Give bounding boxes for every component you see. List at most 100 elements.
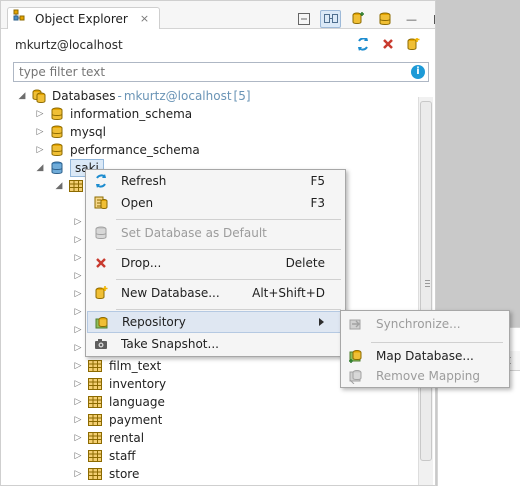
refresh-connection-button[interactable]	[355, 38, 371, 55]
refresh-connection-icon	[358, 38, 368, 51]
table-icon	[87, 376, 103, 392]
maximize-view-button[interactable]	[428, 10, 435, 28]
tree-row-inventory[interactable]: ▷ inventory	[73, 375, 167, 393]
minimize-view-button[interactable]: —	[401, 10, 422, 28]
collapsed-twisty-icon[interactable]: ▷	[73, 321, 83, 339]
map-database-menu-item[interactable]: Map Database...	[342, 345, 508, 367]
vertical-scrollbar[interactable]	[418, 97, 433, 485]
collapsed-twisty-icon[interactable]: ▷	[73, 213, 83, 231]
menu-separator	[116, 309, 341, 310]
collapsed-twisty-icon[interactable]: ▷	[73, 285, 83, 303]
remove-mapping-menu-item[interactable]: Remove Mapping	[342, 365, 508, 387]
collapsed-twisty-icon[interactable]: ▷	[35, 123, 45, 141]
database-toolbar-button[interactable]	[374, 10, 395, 28]
collapsed-twisty-icon[interactable]: ▷	[73, 447, 83, 465]
collapsed-twisty-icon[interactable]: ▷	[73, 231, 83, 249]
table-label: inventory	[109, 377, 167, 391]
object-explorer-tab-label: Object Explorer	[35, 11, 128, 26]
expanded-twisty-icon[interactable]: ◢	[54, 177, 64, 195]
open-label: Open	[121, 196, 154, 210]
disconnect-button[interactable]	[381, 38, 395, 54]
menu-separator	[116, 249, 341, 250]
synchronize-menu-item[interactable]: Synchronize...	[342, 313, 508, 335]
expanded-twisty-icon[interactable]: ◢	[17, 87, 27, 105]
map-database-label: Map Database...	[376, 349, 474, 363]
collapsed-twisty-icon[interactable]: ▷	[35, 105, 45, 123]
scrollbar-grip-icon	[425, 280, 430, 287]
filter-input[interactable]	[14, 63, 428, 81]
new-database-toolbar-button[interactable]	[405, 38, 421, 55]
set-default-database-label: Set Database as Default	[121, 226, 267, 240]
synchronize-icon	[347, 315, 365, 333]
tree-row-store[interactable]: ▷ store	[73, 465, 140, 483]
database-label: performance_schema	[70, 143, 200, 157]
tree-row-language[interactable]: ▷ language	[73, 393, 165, 411]
collapse-all-button[interactable]	[293, 10, 314, 28]
tree-row-payment[interactable]: ▷ payment	[73, 411, 163, 429]
drop-menu-item[interactable]: Drop... Delete	[87, 252, 344, 274]
drop-shortcut: Delete	[285, 256, 325, 270]
application-window: Object Explorer × — mkurtz@localhost typ…	[0, 0, 520, 486]
menu-separator	[116, 219, 341, 220]
snapshot-icon	[92, 335, 110, 353]
submenu-arrow-icon	[319, 318, 324, 326]
tree-row-film-text[interactable]: ▷ film_text	[73, 357, 162, 375]
scrollbar-thumb[interactable]	[420, 101, 432, 461]
table-label: rental	[109, 431, 145, 445]
tree-row-rental[interactable]: ▷ rental	[73, 429, 145, 447]
collapsed-twisty-icon[interactable]: ▷	[73, 465, 83, 483]
take-snapshot-menu-item[interactable]: Take Snapshot...	[87, 333, 344, 355]
collapsed-twisty-icon[interactable]: ▷	[73, 303, 83, 321]
drop-label: Drop...	[121, 256, 162, 270]
connection-header: mkurtz@localhost	[15, 38, 429, 56]
tables-folder-icon	[68, 178, 84, 194]
repository-menu-item[interactable]: Repository	[87, 311, 344, 333]
open-menu-item[interactable]: Open F3	[87, 192, 344, 214]
collapsed-twisty-icon[interactable]: ▷	[73, 411, 83, 429]
new-database-toolbar-icon	[407, 38, 420, 50]
tree-row-performance-schema[interactable]: ▷ performance_schema	[35, 141, 200, 159]
filter-info-icon[interactable]: i	[411, 65, 425, 79]
new-database-icon	[92, 284, 110, 302]
databases-count: [5]	[233, 89, 251, 103]
database-context-menu: Refresh F5 Open F3 Set Database as Defau…	[85, 169, 346, 357]
collapsed-twisty-icon[interactable]: ▷	[73, 429, 83, 447]
table-label: language	[109, 395, 165, 409]
explorer-tab-bar: Object Explorer × —	[1, 1, 435, 29]
selected-database-icon	[49, 160, 65, 176]
maximize-icon	[434, 14, 435, 24]
submenu-separator	[371, 342, 503, 343]
collapsed-twisty-icon[interactable]: ▷	[73, 249, 83, 267]
tree-row-information-schema[interactable]: ▷ information_schema	[35, 105, 193, 123]
tree-row-mysql[interactable]: ▷ mysql	[35, 123, 106, 141]
minimize-icon: —	[406, 12, 417, 26]
set-default-database-menu-item[interactable]: Set Database as Default	[87, 222, 344, 244]
database-icon	[49, 124, 65, 140]
table-label: payment	[109, 413, 163, 427]
object-explorer-tab-icon	[13, 9, 29, 28]
collapsed-twisty-icon[interactable]: ▷	[73, 375, 83, 393]
expanded-twisty-icon[interactable]: ◢	[35, 159, 45, 177]
link-with-editor-button[interactable]	[320, 10, 341, 28]
open-shortcut: F3	[310, 196, 325, 210]
new-connection-toolbar-button[interactable]	[347, 10, 368, 28]
close-tab-icon[interactable]: ×	[140, 13, 149, 24]
tree-row-databases[interactable]: ◢ Databases - mkurtz@localhost [5]	[17, 87, 251, 105]
new-database-menu-item[interactable]: New Database... Alt+Shift+D	[87, 282, 344, 304]
table-icon	[87, 358, 103, 374]
refresh-menu-item[interactable]: Refresh F5	[87, 170, 344, 192]
collapsed-twisty-icon[interactable]: ▷	[73, 339, 83, 357]
menu-separator	[116, 279, 341, 280]
remove-mapping-icon	[347, 367, 365, 385]
connection-tools	[355, 38, 421, 55]
collapsed-twisty-icon[interactable]: ▷	[73, 393, 83, 411]
refresh-icon	[92, 172, 110, 190]
collapsed-twisty-icon[interactable]: ▷	[73, 267, 83, 285]
collapsed-twisty-icon[interactable]: ▷	[35, 141, 45, 159]
databases-icon	[31, 88, 47, 104]
filter-input-container: i	[13, 62, 429, 82]
collapsed-twisty-icon[interactable]: ▷	[73, 357, 83, 375]
databases-separator: -	[117, 89, 122, 103]
object-explorer-tab[interactable]: Object Explorer ×	[7, 7, 161, 29]
tree-row-staff[interactable]: ▷ staff	[73, 447, 136, 465]
